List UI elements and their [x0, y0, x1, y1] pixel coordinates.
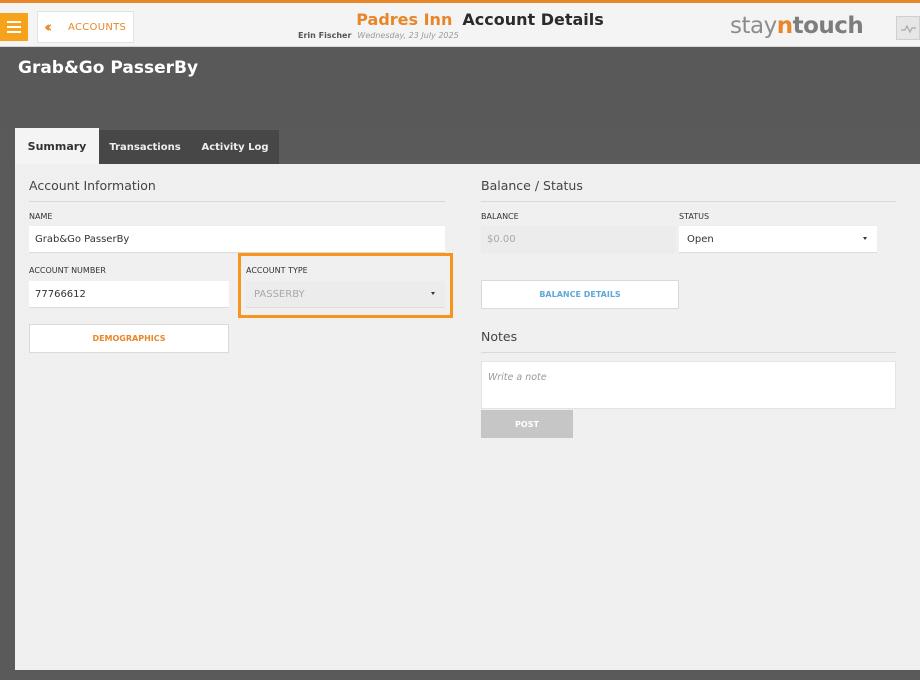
balance-details-button[interactable]: BALANCE DETAILS	[481, 280, 679, 309]
menu-button[interactable]	[0, 13, 28, 41]
account-title: Grab&Go PasserBy	[18, 58, 199, 78]
activity-button[interactable]	[896, 16, 920, 40]
section-divider	[29, 201, 445, 202]
account-information-title: Account Information	[29, 178, 156, 193]
name-field[interactable]: Grab&Go PasserBy	[29, 226, 445, 253]
status-label: STATUS	[679, 212, 710, 221]
caret-down-icon	[863, 237, 867, 240]
hotel-name: Padres Inn	[356, 10, 453, 29]
account-number-field[interactable]: 77766612	[29, 281, 229, 308]
tab-transactions[interactable]: Transactions	[99, 130, 191, 164]
notes-title: Notes	[481, 329, 518, 344]
back-to-accounts-button[interactable]: ‹‹ ACCOUNTS	[37, 11, 134, 43]
tab-activity-log[interactable]: Activity Log	[191, 130, 279, 164]
balance-field: $0.00	[481, 226, 676, 253]
hamburger-icon	[7, 21, 21, 23]
brand-logo: stayntouch	[730, 13, 864, 39]
user-name: Erin Fischer	[298, 31, 352, 40]
business-date: Wednesday, 23 July 2025	[357, 31, 459, 40]
top-header: ‹‹ ACCOUNTS Padres Inn Account Details E…	[0, 0, 920, 47]
demographics-button[interactable]: DEMOGRAPHICS	[29, 324, 229, 353]
account-number-label: ACCOUNT NUMBER	[29, 266, 106, 275]
back-button-label: ACCOUNTS	[68, 21, 127, 33]
activity-graph-icon	[901, 24, 916, 34]
status-select[interactable]: Open	[679, 226, 877, 253]
name-label: NAME	[29, 212, 53, 221]
post-note-button[interactable]: POST	[481, 410, 573, 438]
balance-label: BALANCE	[481, 212, 519, 221]
page-title: Account Details	[462, 10, 604, 29]
balance-status-title: Balance / Status	[481, 178, 583, 193]
double-chevron-left-icon: ‹‹	[44, 17, 52, 36]
section-divider	[481, 352, 896, 353]
section-divider	[481, 201, 896, 202]
tab-summary[interactable]: Summary	[15, 128, 99, 164]
account-type-highlight	[238, 253, 453, 318]
header-title-block: Padres Inn Account Details Erin Fischer …	[280, 10, 650, 40]
note-input[interactable]: Write a note	[481, 361, 896, 409]
